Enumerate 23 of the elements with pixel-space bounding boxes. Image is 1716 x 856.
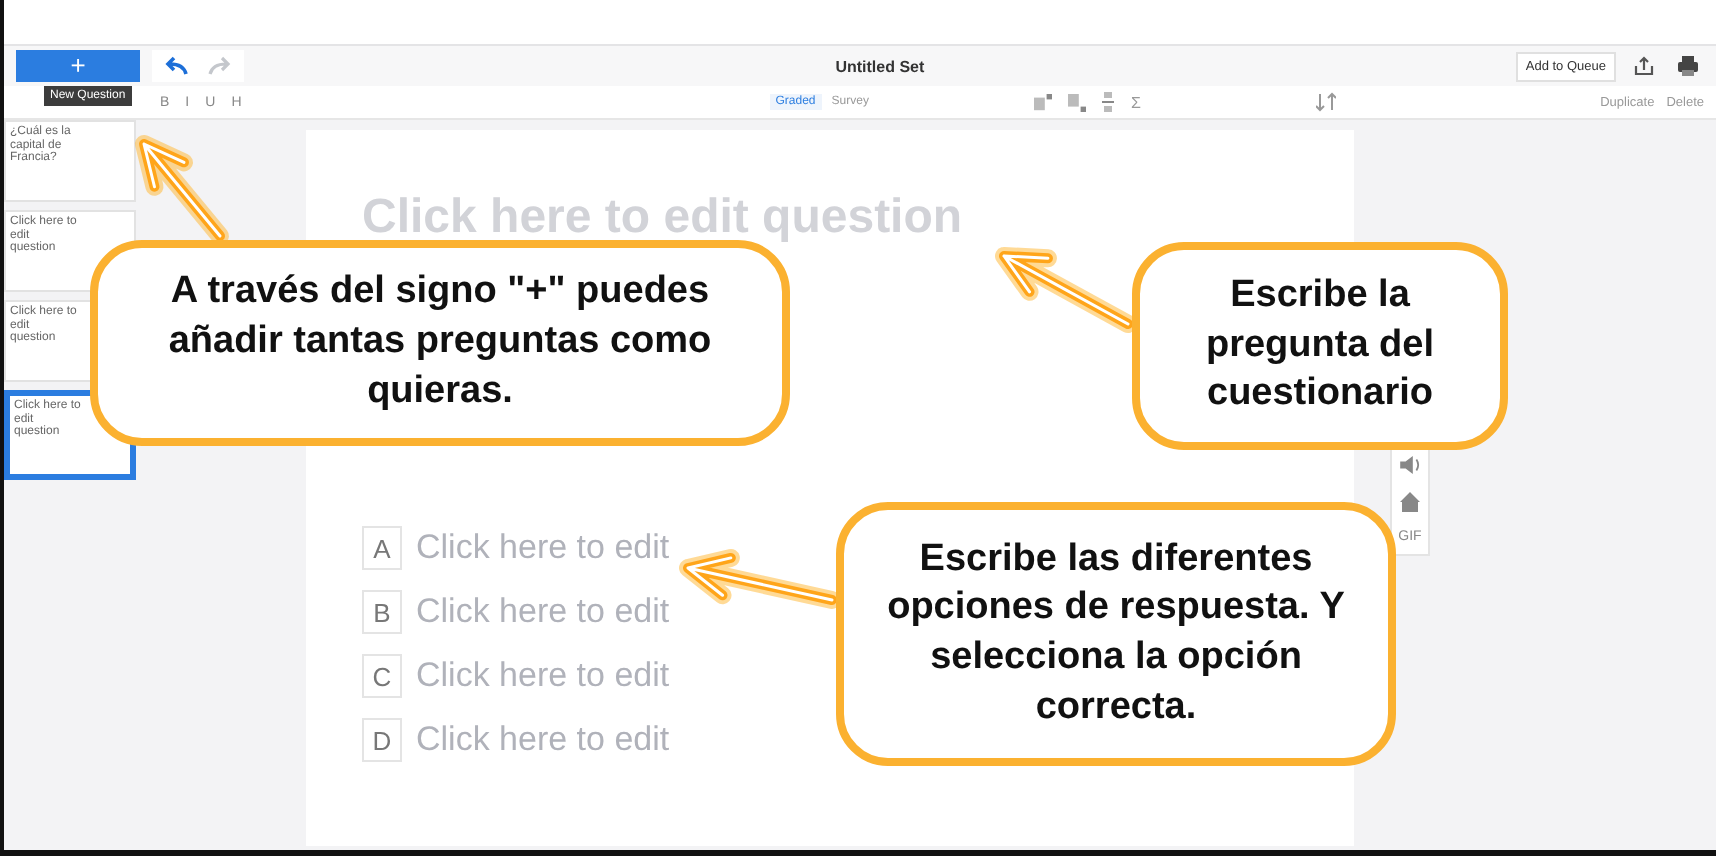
undo-icon[interactable] [164,56,188,76]
callout-text: Escribe las diferentes opciones de respuesta. Y selecciona la opción correcta. [885,535,1347,732]
print-icon[interactable] [1676,54,1700,78]
house-icon[interactable] [1400,491,1420,512]
callout-text: Escribe la pregunta del cuestionario [1203,271,1436,419]
subscript-icon[interactable] [1068,93,1087,111]
answer-letter[interactable]: A [362,526,402,570]
speaker-icon[interactable] [1399,455,1421,474]
export-icon[interactable] [1632,54,1656,78]
callout-text: A través del signo "+" puedes añadir tantas preguntas como quieras. [166,268,714,416]
sort-icon[interactable] [1316,92,1337,112]
sigma-button[interactable]: Σ [1130,93,1141,111]
answer-letter[interactable]: B [362,590,402,634]
answer-letter[interactable]: C [362,654,402,698]
superscript-icon[interactable] [1034,93,1053,111]
set-title: Untitled Set [833,57,927,75]
answer-field[interactable]: Click here to edit [416,656,670,696]
answer-letter[interactable]: D [362,718,402,762]
answer-field[interactable]: Click here to edit [416,720,670,760]
answer-field[interactable]: Click here to edit [416,592,670,632]
new-question-button[interactable]: + [16,50,140,82]
answer-field[interactable]: Click here to edit [416,528,670,568]
fraction-icon[interactable] [1102,92,1115,112]
